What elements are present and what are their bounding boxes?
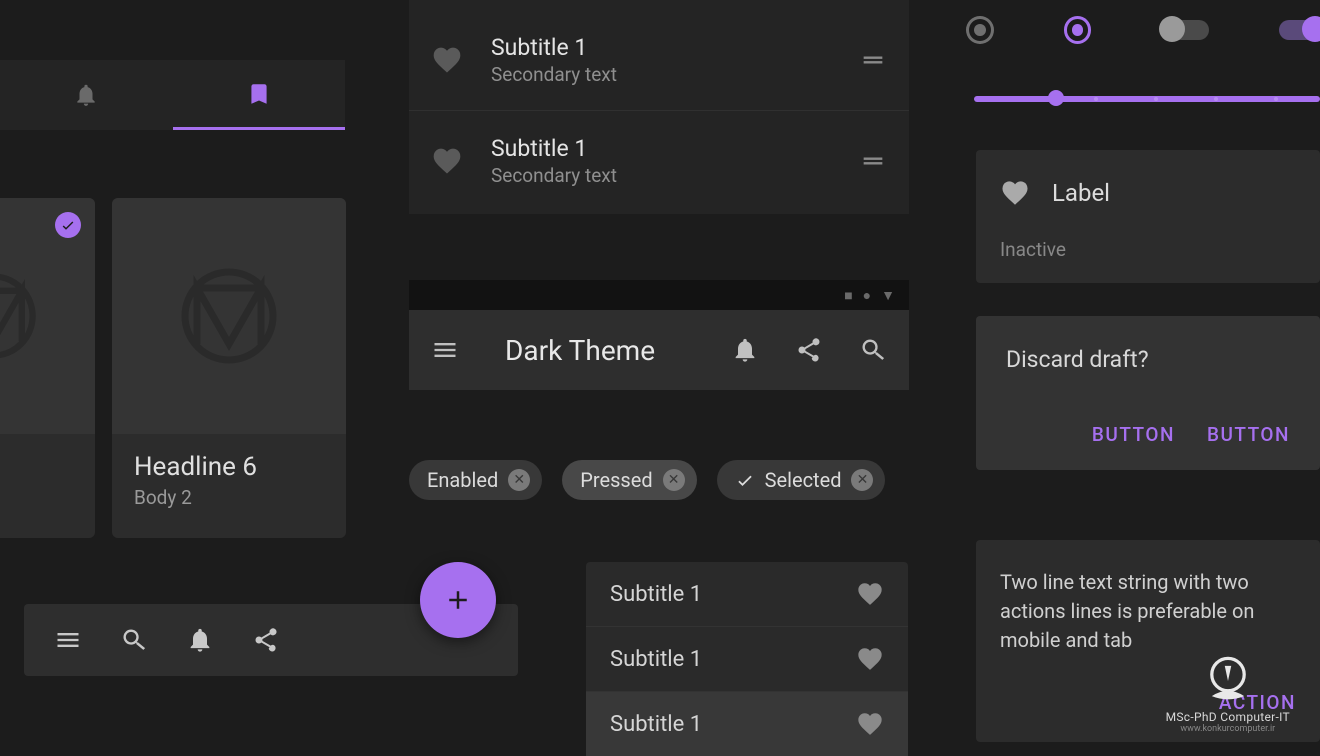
list-item[interactable]: Subtitle 1 (586, 626, 908, 691)
menu-icon[interactable] (431, 336, 459, 364)
watermark: MSc-PhD Computer-IT www.konkurcomputer.i… (1166, 654, 1290, 734)
dialog-title: Discard draft? (1006, 346, 1290, 373)
icon-tab-bar (0, 60, 345, 130)
list-item-title: Subtitle 1 (491, 34, 859, 61)
heart-icon[interactable] (856, 645, 884, 673)
heart-icon[interactable] (856, 580, 884, 608)
slider[interactable] (974, 96, 1320, 102)
app-bar-preview: ■●▼ Dark Theme (409, 280, 909, 390)
chip-card: Label Inactive (976, 150, 1320, 283)
drag-handle-icon[interactable] (859, 147, 887, 175)
logo-icon (1201, 654, 1255, 708)
app-bar-title: Dark Theme (505, 334, 695, 367)
list-item[interactable]: Subtitle 1 (586, 562, 908, 626)
heart-icon (431, 145, 463, 177)
switch-off[interactable] (1161, 20, 1208, 40)
list-item-title: Subtitle 1 (610, 647, 702, 672)
close-icon[interactable]: ✕ (508, 469, 530, 491)
share-icon[interactable] (252, 626, 280, 654)
selected-check-icon (55, 212, 81, 238)
card-media (112, 198, 346, 434)
radio-unchecked[interactable] (966, 16, 994, 44)
heart-icon[interactable] (856, 710, 884, 738)
search-icon[interactable] (120, 626, 148, 654)
close-icon[interactable]: ✕ (663, 469, 685, 491)
material-logo-icon (0, 271, 38, 361)
list-item-secondary: Secondary text (491, 164, 859, 187)
plus-icon (443, 585, 473, 615)
media-card-2[interactable]: Headline 6 Body 2 (112, 198, 346, 538)
card-label: Label (1052, 179, 1110, 207)
dialog-button-2[interactable]: BUTTON (1207, 423, 1290, 446)
bell-icon[interactable] (731, 336, 759, 364)
chip-pressed[interactable]: Pressed ✕ (562, 460, 696, 500)
list-item-title: Subtitle 1 (610, 582, 702, 607)
share-icon[interactable] (795, 336, 823, 364)
chip-label: Selected (765, 468, 842, 492)
two-line-list: Subtitle 1 Secondary text Subtitle 1 Sec… (409, 0, 909, 214)
tab-bookmarks[interactable] (173, 60, 346, 130)
bell-icon[interactable] (186, 626, 214, 654)
tab-notifications[interactable] (0, 60, 173, 130)
bell-icon (73, 82, 99, 108)
top-app-bar: Dark Theme (409, 310, 909, 390)
check-icon (735, 470, 755, 490)
fab-add[interactable] (420, 562, 496, 638)
card-headline: Headline 6 (134, 452, 324, 482)
single-line-list: Subtitle 1 Subtitle 1 Subtitle 1 (586, 562, 908, 756)
media-card-1[interactable]: 6 (0, 198, 95, 538)
chip-label: Pressed (580, 468, 652, 492)
confirm-dialog: Discard draft? BUTTON BUTTON (976, 316, 1320, 470)
card-subtext: Inactive (1000, 238, 1296, 261)
heart-icon (431, 44, 463, 76)
list-item[interactable]: Subtitle 1 Secondary text (409, 110, 909, 210)
dialog-button-1[interactable]: BUTTON (1092, 423, 1175, 446)
heart-icon (1000, 178, 1030, 208)
radio-checked[interactable] (1064, 16, 1092, 44)
chip-row: Enabled ✕ Pressed ✕ Selected ✕ (409, 460, 885, 500)
list-item-secondary: Secondary text (491, 63, 859, 86)
search-icon[interactable] (859, 336, 887, 364)
switch-on[interactable] (1279, 20, 1320, 40)
menu-icon[interactable] (54, 626, 82, 654)
status-bar: ■●▼ (409, 280, 909, 310)
card-body-text: Body 2 (134, 486, 324, 509)
material-logo-icon (179, 266, 279, 366)
close-icon[interactable]: ✕ (851, 469, 873, 491)
snackbar-text: Two line text string with two actions li… (1000, 568, 1296, 655)
list-item-title: Subtitle 1 (491, 135, 859, 162)
card-media (0, 198, 95, 434)
watermark-line1: MSc-PhD Computer-IT (1166, 710, 1290, 724)
slider-thumb[interactable] (1048, 90, 1064, 106)
chip-enabled[interactable]: Enabled ✕ (409, 460, 542, 500)
list-item[interactable]: Subtitle 1 (586, 691, 908, 756)
chip-label: Enabled (427, 468, 498, 492)
bookmark-icon (246, 81, 272, 107)
chip-selected[interactable]: Selected ✕ (717, 460, 886, 500)
card-headline: 6 (0, 452, 73, 482)
watermark-line2: www.konkurcomputer.ir (1180, 724, 1275, 734)
selection-controls (966, 16, 1320, 44)
drag-handle-icon[interactable] (859, 46, 887, 74)
list-item[interactable]: Subtitle 1 Secondary text (409, 10, 909, 110)
list-item-title: Subtitle 1 (610, 712, 702, 737)
